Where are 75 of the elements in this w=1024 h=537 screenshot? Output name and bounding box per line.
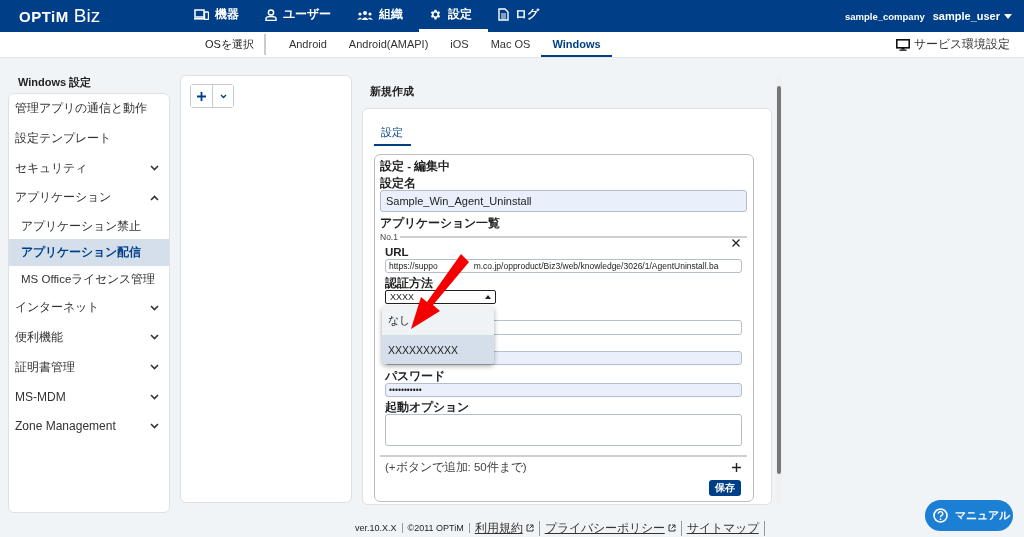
field-label: アプリケーション一覧 [380, 218, 501, 229]
sidebar-item[interactable]: Zone Management [9, 411, 169, 442]
sidebar-item[interactable]: 設定テンプレート [9, 123, 169, 154]
chevron-icon [150, 304, 159, 311]
nav-tab[interactable]: ユーザー [255, 0, 347, 32]
logo-suffix: Biz [73, 5, 101, 27]
help-icon [933, 508, 948, 523]
field-label: 起動オプション [385, 402, 470, 413]
sidebar-item[interactable]: インターネット [9, 292, 169, 323]
chevron-icon [150, 393, 159, 400]
os-select-label: OSを選択 [205, 34, 266, 55]
caret-icon [1004, 13, 1012, 19]
service-settings-link[interactable]: サービス環境設定 [896, 32, 1024, 57]
entry-number: No.1 [380, 232, 398, 242]
logo-text: OPTiM [19, 8, 69, 25]
sidebar-subitem[interactable]: アプリケーション禁止 [9, 212, 169, 240]
settings-tab[interactable]: 設定 [374, 126, 411, 146]
nav-tab[interactable]: ログ [488, 0, 555, 32]
sidebar-item[interactable]: セキュリティ [9, 153, 169, 184]
chevron-icon [150, 334, 159, 341]
auth-select[interactable]: XXXX [385, 290, 496, 304]
group-icon [357, 9, 373, 20]
chevron-icon [150, 165, 159, 172]
caret-icon [485, 295, 491, 299]
form-title: 設定 - 編集中 [380, 160, 452, 172]
field-label: パスワード [385, 371, 446, 382]
external-link-icon [667, 524, 676, 532]
footer-link[interactable]: 利用規約 [474, 520, 523, 536]
chevron-icon [150, 423, 159, 430]
os-tab[interactable]: Android(AMAPI) [337, 32, 440, 57]
gear-icon [429, 8, 442, 21]
footer-link[interactable]: プライバシーポリシー [544, 520, 665, 536]
nav-tab[interactable]: 組織 [347, 0, 419, 32]
chevron-icon [150, 364, 159, 371]
field-label: 設定名 [380, 178, 417, 189]
sidebar-subitem[interactable]: アプリケーション配信 [9, 239, 169, 267]
save-button[interactable]: 保存 [709, 480, 741, 496]
name-field[interactable]: Sample_Win_Agent_Uninstall [380, 190, 747, 212]
copyright-text: ©2011 OPTiM [402, 523, 470, 533]
footer-link[interactable]: サイトマップ [686, 520, 759, 536]
close-icon[interactable] [732, 239, 740, 247]
plus-icon[interactable] [732, 462, 741, 472]
sidebar-item[interactable]: 管理アプリの通信と動作 [9, 94, 169, 124]
sidebar-item[interactable]: 証明書管理 [9, 352, 169, 382]
dropdown-option[interactable]: XXXXXXXXXX [382, 335, 494, 364]
sidebar-item[interactable]: アプリケーション [9, 183, 169, 213]
sidebar-title: Windows 設定 [17, 75, 93, 90]
sidebar-item[interactable]: MS-MDM [9, 381, 169, 412]
external-link-icon [525, 524, 534, 532]
version-text: ver.10.X.X [350, 523, 403, 533]
field-label: URL [385, 247, 410, 258]
os-tab[interactable]: Windows [541, 32, 612, 57]
sidebar-item[interactable]: 便利機能 [9, 322, 169, 353]
os-tab[interactable]: iOS [439, 32, 480, 57]
add-hint: (+ボタンで追加: 50件まで) [385, 461, 527, 473]
dropdown-option[interactable]: なし [382, 306, 494, 335]
plus-icon [197, 91, 206, 101]
manual-button[interactable]: マニュアル [925, 500, 1013, 531]
url-field[interactable]: https://suppo m.co.jp/opproduct/Biz3/web/knowledge/3026/1/AgentUninstall.ba [385, 259, 742, 273]
editor-title: 新規作成 [369, 84, 415, 99]
password-field[interactable]: ••••••••••• [385, 383, 742, 397]
device-icon [194, 9, 209, 20]
user-menu[interactable]: sample_user [932, 10, 1012, 22]
field-label: 認証方法 [385, 278, 434, 289]
os-tab[interactable]: Android [277, 32, 338, 57]
chevron-icon [219, 93, 227, 99]
company-name: sample_company [845, 10, 925, 22]
nav-tab[interactable]: 機器 [184, 0, 255, 32]
sidebar-subitem[interactable]: MS Officeライセンス管理 [9, 266, 169, 293]
chevron-icon [150, 194, 159, 201]
monitor-icon [896, 38, 910, 51]
user-icon [265, 8, 277, 21]
document-icon [498, 8, 509, 21]
os-tab[interactable]: Mac OS [479, 32, 542, 57]
scrollbar[interactable] [776, 76, 782, 504]
